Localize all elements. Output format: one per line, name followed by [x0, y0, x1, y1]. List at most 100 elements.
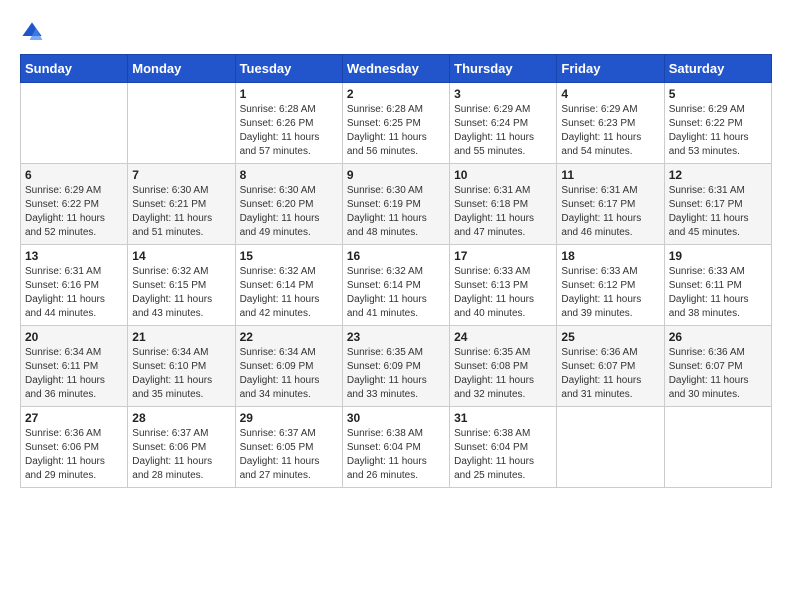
- day-cell: 20 Sunrise: 6:34 AM Sunset: 6:11 PM Dayli…: [21, 326, 128, 407]
- day-cell: 23 Sunrise: 6:35 AM Sunset: 6:09 PM Dayli…: [342, 326, 449, 407]
- day-number: 17: [454, 249, 552, 263]
- day-cell: 19 Sunrise: 6:33 AM Sunset: 6:11 PM Dayli…: [664, 245, 771, 326]
- day-cell: 9 Sunrise: 6:30 AM Sunset: 6:19 PM Daylig…: [342, 164, 449, 245]
- day-cell: 27Sunrise: 6:36 AM Sunset: 6:06 PM Dayli…: [21, 407, 128, 488]
- day-cell: 3 Sunrise: 6:29 AM Sunset: 6:24 PM Daylig…: [450, 83, 557, 164]
- header-day-monday: Monday: [128, 55, 235, 83]
- day-number: 6: [25, 168, 123, 182]
- day-number: 2: [347, 87, 445, 101]
- week-row-5: 27Sunrise: 6:36 AM Sunset: 6:06 PM Dayli…: [21, 407, 772, 488]
- day-info: Sunrise: 6:31 AM Sunset: 6:17 PM Dayligh…: [669, 184, 767, 240]
- day-info: Sunrise: 6:34 AM Sunset: 6:09 PM Dayligh…: [240, 346, 338, 402]
- day-info: Sunrise: 6:36 AM Sunset: 6:07 PM Dayligh…: [561, 346, 659, 402]
- day-cell: 6 Sunrise: 6:29 AM Sunset: 6:22 PM Daylig…: [21, 164, 128, 245]
- day-number: 29: [240, 411, 338, 425]
- day-cell: 29 Sunrise: 6:37 AM Sunset: 6:05 PM Dayli…: [235, 407, 342, 488]
- day-cell: 2Sunrise: 6:28 AM Sunset: 6:25 PM Daylig…: [342, 83, 449, 164]
- day-info: Sunrise: 6:29 AM Sunset: 6:22 PM Dayligh…: [25, 184, 123, 240]
- day-cell: [557, 407, 664, 488]
- day-info: Sunrise: 6:29 AM Sunset: 6:22 PM Dayligh…: [669, 103, 767, 159]
- day-number: 31: [454, 411, 552, 425]
- day-info: Sunrise: 6:32 AM Sunset: 6:14 PM Dayligh…: [240, 265, 338, 321]
- header-day-saturday: Saturday: [664, 55, 771, 83]
- week-row-2: 6 Sunrise: 6:29 AM Sunset: 6:22 PM Daylig…: [21, 164, 772, 245]
- day-info: Sunrise: 6:34 AM Sunset: 6:10 PM Dayligh…: [132, 346, 230, 402]
- day-cell: [128, 83, 235, 164]
- day-cell: 5 Sunrise: 6:29 AM Sunset: 6:22 PM Daylig…: [664, 83, 771, 164]
- day-cell: 12 Sunrise: 6:31 AM Sunset: 6:17 PM Dayli…: [664, 164, 771, 245]
- day-number: 20: [25, 330, 123, 344]
- day-cell: 13Sunrise: 6:31 AM Sunset: 6:16 PM Dayli…: [21, 245, 128, 326]
- day-info: Sunrise: 6:33 AM Sunset: 6:12 PM Dayligh…: [561, 265, 659, 321]
- day-info: Sunrise: 6:31 AM Sunset: 6:18 PM Dayligh…: [454, 184, 552, 240]
- day-info: Sunrise: 6:29 AM Sunset: 6:24 PM Dayligh…: [454, 103, 552, 159]
- day-cell: 24Sunrise: 6:35 AM Sunset: 6:08 PM Dayli…: [450, 326, 557, 407]
- day-number: 14: [132, 249, 230, 263]
- logo: [20, 20, 48, 44]
- header-day-tuesday: Tuesday: [235, 55, 342, 83]
- day-info: Sunrise: 6:30 AM Sunset: 6:19 PM Dayligh…: [347, 184, 445, 240]
- day-cell: 31Sunrise: 6:38 AM Sunset: 6:04 PM Dayli…: [450, 407, 557, 488]
- day-number: 25: [561, 330, 659, 344]
- day-number: 15: [240, 249, 338, 263]
- day-cell: 30Sunrise: 6:38 AM Sunset: 6:04 PM Dayli…: [342, 407, 449, 488]
- day-info: Sunrise: 6:30 AM Sunset: 6:20 PM Dayligh…: [240, 184, 338, 240]
- calendar-table: SundayMondayTuesdayWednesdayThursdayFrid…: [20, 54, 772, 488]
- day-info: Sunrise: 6:32 AM Sunset: 6:14 PM Dayligh…: [347, 265, 445, 321]
- header-day-sunday: Sunday: [21, 55, 128, 83]
- day-number: 10: [454, 168, 552, 182]
- day-info: Sunrise: 6:37 AM Sunset: 6:06 PM Dayligh…: [132, 427, 230, 483]
- calendar-header: SundayMondayTuesdayWednesdayThursdayFrid…: [21, 55, 772, 83]
- header-day-wednesday: Wednesday: [342, 55, 449, 83]
- day-number: 4: [561, 87, 659, 101]
- day-number: 11: [561, 168, 659, 182]
- day-info: Sunrise: 6:28 AM Sunset: 6:26 PM Dayligh…: [240, 103, 338, 159]
- logo-icon: [20, 20, 44, 44]
- day-info: Sunrise: 6:31 AM Sunset: 6:16 PM Dayligh…: [25, 265, 123, 321]
- day-number: 23: [347, 330, 445, 344]
- day-info: Sunrise: 6:33 AM Sunset: 6:11 PM Dayligh…: [669, 265, 767, 321]
- day-number: 5: [669, 87, 767, 101]
- day-cell: 14 Sunrise: 6:32 AM Sunset: 6:15 PM Dayli…: [128, 245, 235, 326]
- day-info: Sunrise: 6:35 AM Sunset: 6:09 PM Dayligh…: [347, 346, 445, 402]
- day-number: 28: [132, 411, 230, 425]
- calendar-body: 1 Sunrise: 6:28 AM Sunset: 6:26 PM Daylig…: [21, 83, 772, 488]
- day-cell: 18 Sunrise: 6:33 AM Sunset: 6:12 PM Dayli…: [557, 245, 664, 326]
- day-number: 3: [454, 87, 552, 101]
- day-number: 1: [240, 87, 338, 101]
- week-row-1: 1 Sunrise: 6:28 AM Sunset: 6:26 PM Daylig…: [21, 83, 772, 164]
- day-number: 30: [347, 411, 445, 425]
- day-info: Sunrise: 6:36 AM Sunset: 6:07 PM Dayligh…: [669, 346, 767, 402]
- week-row-3: 13Sunrise: 6:31 AM Sunset: 6:16 PM Dayli…: [21, 245, 772, 326]
- day-number: 19: [669, 249, 767, 263]
- day-number: 24: [454, 330, 552, 344]
- day-cell: 7Sunrise: 6:30 AM Sunset: 6:21 PM Daylig…: [128, 164, 235, 245]
- day-info: Sunrise: 6:32 AM Sunset: 6:15 PM Dayligh…: [132, 265, 230, 321]
- day-number: 16: [347, 249, 445, 263]
- day-cell: 11 Sunrise: 6:31 AM Sunset: 6:17 PM Dayli…: [557, 164, 664, 245]
- day-cell: 10 Sunrise: 6:31 AM Sunset: 6:18 PM Dayli…: [450, 164, 557, 245]
- header-row: SundayMondayTuesdayWednesdayThursdayFrid…: [21, 55, 772, 83]
- day-cell: 25 Sunrise: 6:36 AM Sunset: 6:07 PM Dayli…: [557, 326, 664, 407]
- day-info: Sunrise: 6:33 AM Sunset: 6:13 PM Dayligh…: [454, 265, 552, 321]
- day-cell: [664, 407, 771, 488]
- day-info: Sunrise: 6:34 AM Sunset: 6:11 PM Dayligh…: [25, 346, 123, 402]
- day-info: Sunrise: 6:31 AM Sunset: 6:17 PM Dayligh…: [561, 184, 659, 240]
- day-number: 18: [561, 249, 659, 263]
- day-number: 21: [132, 330, 230, 344]
- day-cell: 17 Sunrise: 6:33 AM Sunset: 6:13 PM Dayli…: [450, 245, 557, 326]
- day-cell: 16 Sunrise: 6:32 AM Sunset: 6:14 PM Dayli…: [342, 245, 449, 326]
- day-cell: 26Sunrise: 6:36 AM Sunset: 6:07 PM Dayli…: [664, 326, 771, 407]
- day-number: 8: [240, 168, 338, 182]
- day-number: 9: [347, 168, 445, 182]
- day-info: Sunrise: 6:37 AM Sunset: 6:05 PM Dayligh…: [240, 427, 338, 483]
- day-cell: 1 Sunrise: 6:28 AM Sunset: 6:26 PM Daylig…: [235, 83, 342, 164]
- header: [20, 20, 772, 44]
- day-cell: 28 Sunrise: 6:37 AM Sunset: 6:06 PM Dayli…: [128, 407, 235, 488]
- day-cell: 22Sunrise: 6:34 AM Sunset: 6:09 PM Dayli…: [235, 326, 342, 407]
- day-number: 12: [669, 168, 767, 182]
- day-number: 7: [132, 168, 230, 182]
- header-day-friday: Friday: [557, 55, 664, 83]
- week-row-4: 20 Sunrise: 6:34 AM Sunset: 6:11 PM Dayli…: [21, 326, 772, 407]
- day-info: Sunrise: 6:36 AM Sunset: 6:06 PM Dayligh…: [25, 427, 123, 483]
